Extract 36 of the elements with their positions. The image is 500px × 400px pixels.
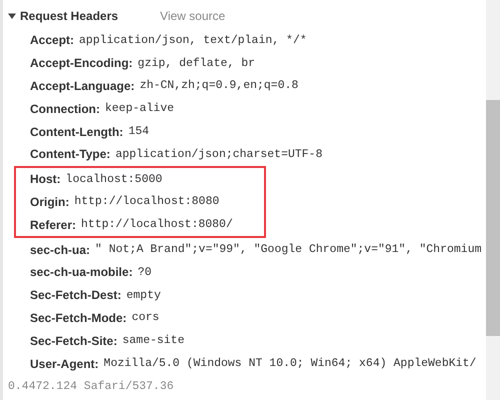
view-source-link[interactable]: View source: [160, 9, 226, 23]
header-name: Referer:: [30, 218, 76, 232]
header-value: keep-alive: [105, 102, 174, 116]
header-value: " Not;A Brand";v="99", "Google Chrome";v="91", "Chromium: [95, 243, 482, 256]
header-value: ?0: [138, 266, 152, 279]
header-value: 0.4472.124 Safari/537.36: [8, 380, 174, 393]
header-name: Connection:: [30, 102, 100, 116]
header-value: cors: [132, 311, 160, 324]
section-toggle[interactable]: Request Headers: [8, 9, 118, 23]
header-name: Content-Type:: [30, 147, 110, 162]
header-name: User-Agent:: [30, 356, 99, 371]
header-value: application/json, text/plain, */*: [79, 34, 307, 47]
header-name: Content-Length:: [30, 124, 124, 139]
header-value: zh-CN,zh;q=0.9,en;q=0.8: [140, 79, 298, 92]
scrollbar[interactable]: [486, 0, 500, 400]
header-name: Host:: [30, 172, 61, 186]
header-name: sec-ch-ua:: [30, 242, 90, 257]
header-value: Mozilla/5.0 (Windows NT 10.0; Win64; x64) AppleWebKit/: [104, 357, 476, 370]
header-name: Accept-Language:: [30, 78, 135, 93]
header-value: http://localhost:8080: [74, 195, 220, 208]
header-value: application/json;charset=UTF-8: [115, 148, 322, 161]
header-value: localhost:5000: [66, 172, 162, 186]
header-name: Accept:: [30, 33, 74, 48]
header-value: http://localhost:8080/: [81, 218, 233, 232]
header-value: gzip, deflate, br: [138, 56, 255, 70]
scrollbar-thumb[interactable]: [486, 100, 500, 336]
header-name: Sec-Fetch-Mode:: [30, 310, 127, 325]
header-name: Sec-Fetch-Site:: [30, 334, 118, 348]
header-value: same-site: [122, 334, 184, 348]
header-name: sec-ch-ua-mobile:: [30, 265, 133, 280]
header-value: empty: [126, 288, 161, 302]
disclosure-triangle-icon: [8, 12, 16, 20]
header-name: Accept-Encoding:: [30, 56, 133, 70]
header-name: Sec-Fetch-Dest:: [30, 288, 122, 302]
header-value: 154: [128, 125, 150, 138]
header-name: Origin:: [30, 194, 70, 209]
